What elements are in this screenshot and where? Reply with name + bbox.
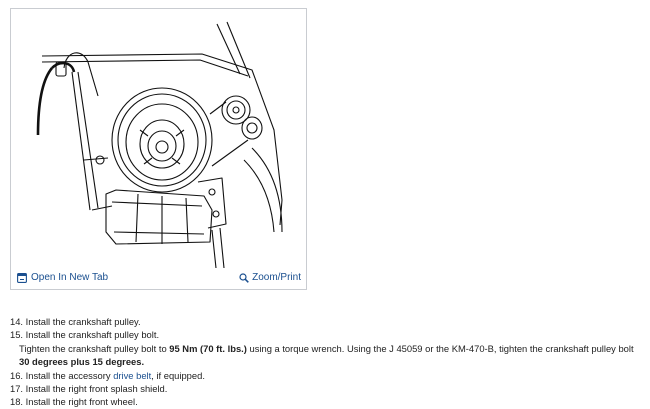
step-17: 17. Install the right front splash shiel…	[10, 383, 168, 395]
step-16-post: , if equipped.	[151, 369, 205, 381]
torque-instruction: Tighten the crankshaft pulley bolt to 95…	[10, 342, 640, 369]
zoom-print-label: Zoom/Print	[252, 272, 301, 283]
procedure-steps: 14. Install the crankshaft pulley. 15. I…	[10, 315, 640, 409]
torque-text-mid: using a torque wrench. Using the J 45059…	[246, 342, 634, 354]
open-in-new-tab-link[interactable]: Open In New Tab	[17, 272, 108, 283]
step-14: 14. Install the crankshaft pulley.	[10, 316, 141, 327]
new-tab-icon	[17, 272, 27, 283]
crankshaft-pulley-illustration[interactable]	[12, 10, 305, 268]
zoom-print-link[interactable]: Zoom/Print	[239, 272, 301, 283]
step-16: 16. Install the accessory drive belt, if…	[10, 369, 640, 382]
figure-panel: Open In New Tab Zoom/Print	[10, 8, 307, 290]
torque-angle: 30 degrees plus 15 degrees.	[19, 356, 145, 368]
step-16-pre: 16. Install the accessory	[10, 369, 114, 381]
torque-value: 95 Nm (70 ft. lbs.)	[169, 342, 247, 354]
step-18: 18. Install the right front wheel.	[10, 396, 138, 408]
torque-text-pre: Tighten the crankshaft pulley bolt to	[19, 342, 170, 354]
drive-belt-link[interactable]: drive belt	[113, 370, 151, 381]
figure-footer: Open In New Tab Zoom/Print	[11, 267, 306, 289]
step-15: 15. Install the crankshaft pulley bolt.	[10, 329, 160, 341]
open-in-new-tab-label: Open In New Tab	[31, 272, 109, 283]
magnifier-icon	[239, 272, 249, 283]
